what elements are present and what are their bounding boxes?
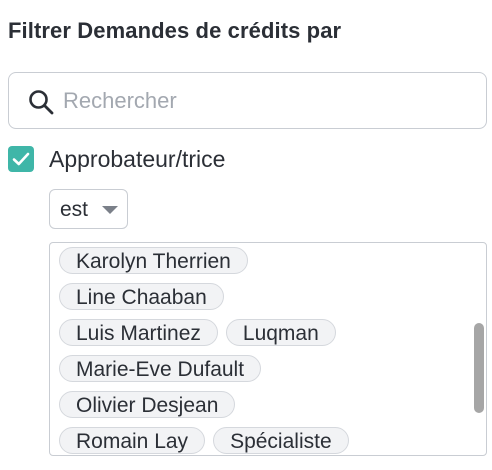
approver-checkbox[interactable] — [8, 146, 34, 172]
approver-chip[interactable]: Line Chaaban — [59, 282, 224, 310]
approver-chip[interactable]: Karolyn Therrien — [59, 246, 248, 274]
chip-row: Olivier Desjean — [59, 386, 469, 422]
approver-chip[interactable]: Romain Lay — [59, 426, 206, 454]
panel-title: Filtrer Demandes de crédits par — [8, 18, 342, 43]
search-box[interactable] — [8, 72, 487, 129]
approver-chip[interactable]: Luis Martinez — [59, 318, 218, 346]
scrollbar[interactable] — [469, 244, 485, 454]
check-icon — [12, 152, 30, 166]
chip-row: Line Chaaban — [59, 278, 469, 314]
chip-row: Romain Lay Spécialiste — [59, 422, 469, 455]
chip-row: Karolyn Therrien — [59, 243, 469, 278]
chip-list: Karolyn Therrien Line Chaaban Luis Martine… — [59, 243, 469, 455]
approver-chip[interactable]: Marie-Eve Dufault — [59, 354, 262, 382]
search-input[interactable] — [63, 73, 476, 128]
operator-select[interactable]: est — [49, 189, 128, 229]
operator-value: est — [60, 198, 89, 221]
search-icon — [28, 89, 54, 115]
approver-chip[interactable]: Olivier Desjean — [59, 390, 236, 418]
approver-value-list[interactable]: Karolyn Therrien Line Chaaban Luis Martine… — [49, 242, 487, 456]
approver-filter-label[interactable]: Approbateur/trice — [49, 146, 225, 173]
approver-chip[interactable]: Spécialiste — [213, 426, 349, 454]
approver-chip[interactable]: Luqman — [225, 318, 336, 346]
caret-down-icon — [102, 206, 118, 214]
chip-row: Luis Martinez Luqman — [59, 314, 469, 350]
chip-row: Marie-Eve Dufault — [59, 350, 469, 386]
scrollbar-thumb[interactable] — [474, 323, 484, 413]
